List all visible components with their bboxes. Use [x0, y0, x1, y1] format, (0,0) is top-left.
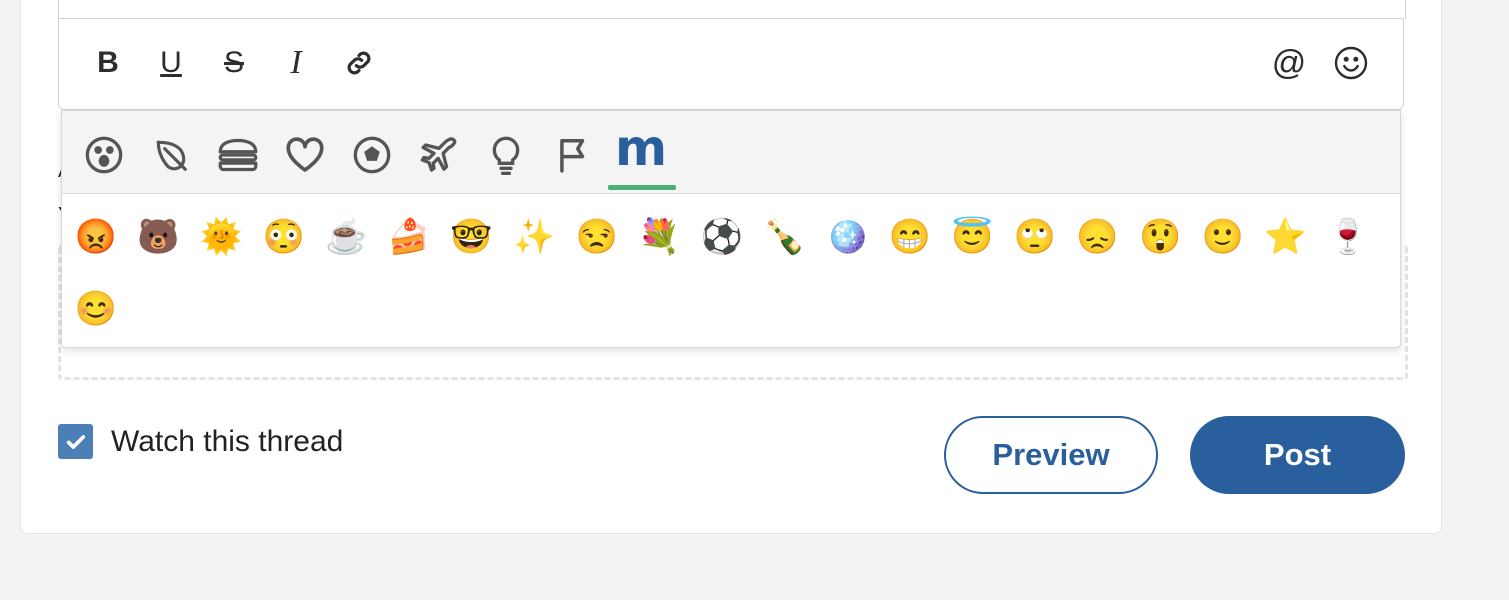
mention-button[interactable]: @ [1269, 43, 1309, 83]
emoji-item[interactable]: ⭐ [1259, 211, 1311, 263]
formatting-toolbar: B U S I @ [58, 18, 1404, 110]
emoji-item[interactable]: 🍷 [1322, 211, 1374, 263]
emoji-glyph: 🌞 [200, 218, 243, 256]
emoji-item[interactable]: 😲 [1134, 211, 1186, 263]
emoji-category-tabs: m [62, 111, 1400, 194]
emoji-glyph: 😁 [888, 218, 931, 256]
emoji-item[interactable]: ☕ [320, 211, 372, 263]
emoji-glyph: 😊 [74, 290, 118, 328]
emoji-glyph: 😲 [1139, 218, 1182, 256]
m-logo: m [614, 119, 668, 177]
link-button[interactable] [339, 43, 379, 83]
emoji-glyph: 🍰 [387, 218, 431, 256]
flag-icon [560, 139, 585, 173]
leaf-icon [156, 140, 187, 171]
lightbulb-icon [492, 136, 520, 175]
heart-icon [286, 137, 324, 172]
at-icon: @ [1271, 44, 1307, 82]
checkmark-icon [66, 434, 85, 449]
watch-thread-label: Watch this thread [111, 425, 344, 458]
strikethrough-icon: S [223, 46, 244, 79]
emoji-item[interactable]: ✨ [508, 211, 560, 263]
emoji-item[interactable]: 💐 [633, 211, 685, 263]
emoji-item[interactable]: 😒 [571, 211, 623, 263]
emoji-item[interactable]: 🤓 [446, 211, 498, 263]
emoji-item[interactable]: 😳 [258, 211, 310, 263]
underline-icon: U [160, 46, 182, 79]
emoji-item[interactable]: 😁 [884, 211, 936, 263]
tab-travel[interactable] [407, 123, 471, 187]
emoji-item[interactable]: 🙂 [1197, 211, 1249, 263]
tab-objects[interactable] [474, 123, 538, 187]
emoji-glyph: 🪩 [826, 218, 869, 256]
emoji-item[interactable]: 🍰 [383, 211, 435, 263]
airplane-icon [420, 137, 457, 172]
burger-icon [218, 138, 258, 172]
soccer-ball-icon [353, 136, 391, 174]
surprised-face-icon [85, 136, 123, 174]
editor-text-area[interactable] [58, 0, 1406, 19]
emoji-glyph: 😳 [262, 218, 305, 256]
emoji-glyph: 💐 [638, 218, 681, 256]
emoji-item[interactable]: 😡 [70, 211, 122, 263]
strikethrough-button[interactable]: S [214, 43, 254, 83]
emoji-glyph: ⚽ [700, 218, 744, 256]
emoji-glyph: ⭐ [1264, 218, 1307, 256]
emoji-glyph: 🤓 [450, 218, 493, 256]
emoji-glyph: ✨ [513, 218, 556, 256]
emoji-glyph: 🙄 [1013, 218, 1057, 256]
bold-button[interactable]: B [88, 43, 128, 83]
tab-food[interactable] [206, 123, 270, 187]
emoji-button[interactable] [1331, 43, 1371, 83]
emoji-item[interactable]: 🌞 [195, 211, 247, 263]
emoji-item[interactable]: 🪩 [821, 211, 873, 263]
tab-flags[interactable] [541, 123, 605, 187]
emoji-glyph: 🐻 [137, 218, 180, 256]
tab-activity[interactable] [340, 123, 404, 187]
emoji-item[interactable]: 😞 [1072, 211, 1124, 263]
emoji-glyph: 🙂 [1201, 218, 1244, 256]
emoji-item[interactable]: 😊 [70, 283, 122, 335]
watch-thread-checkbox[interactable] [58, 424, 93, 459]
link-icon [347, 51, 371, 75]
emoji-item[interactable]: 🐻 [133, 211, 185, 263]
emoji-item[interactable]: 🍾 [759, 211, 811, 263]
emoji-item[interactable]: 🙄 [1009, 211, 1061, 263]
smiley-icon [1334, 46, 1368, 80]
underline-button[interactable]: U [151, 43, 191, 83]
preview-button[interactable]: Preview [944, 416, 1158, 494]
emoji-item[interactable]: 😇 [946, 211, 998, 263]
bold-icon: B [97, 46, 119, 79]
emoji-glyph: 🍷 [1326, 218, 1370, 256]
post-button[interactable]: Post [1190, 416, 1405, 494]
emoji-glyph: 😡 [74, 218, 118, 256]
tab-nature[interactable] [139, 123, 203, 187]
italic-icon: I [290, 44, 302, 81]
emoji-glyph: ☕ [325, 218, 368, 256]
emoji-picker: m 😡 🐻 🌞 😳 ☕ 🍰 🤓 ✨ 😒 💐 ⚽ 🍾 🪩 😁 😇 🙄 😞 😲 🙂 ⭐ 🍷 😊 [61, 110, 1401, 348]
emoji-glyph: 🍾 [763, 218, 806, 256]
tab-symbols-heart[interactable] [273, 123, 337, 187]
emoji-glyph: 😞 [1076, 218, 1119, 256]
italic-button[interactable]: I [276, 43, 316, 83]
tab-custom[interactable]: m [608, 119, 676, 190]
emoji-item[interactable]: ⚽ [696, 211, 748, 263]
emoji-glyph: 😒 [575, 218, 618, 256]
emoji-glyph: 😇 [951, 218, 994, 256]
tab-smileys[interactable] [72, 123, 136, 187]
